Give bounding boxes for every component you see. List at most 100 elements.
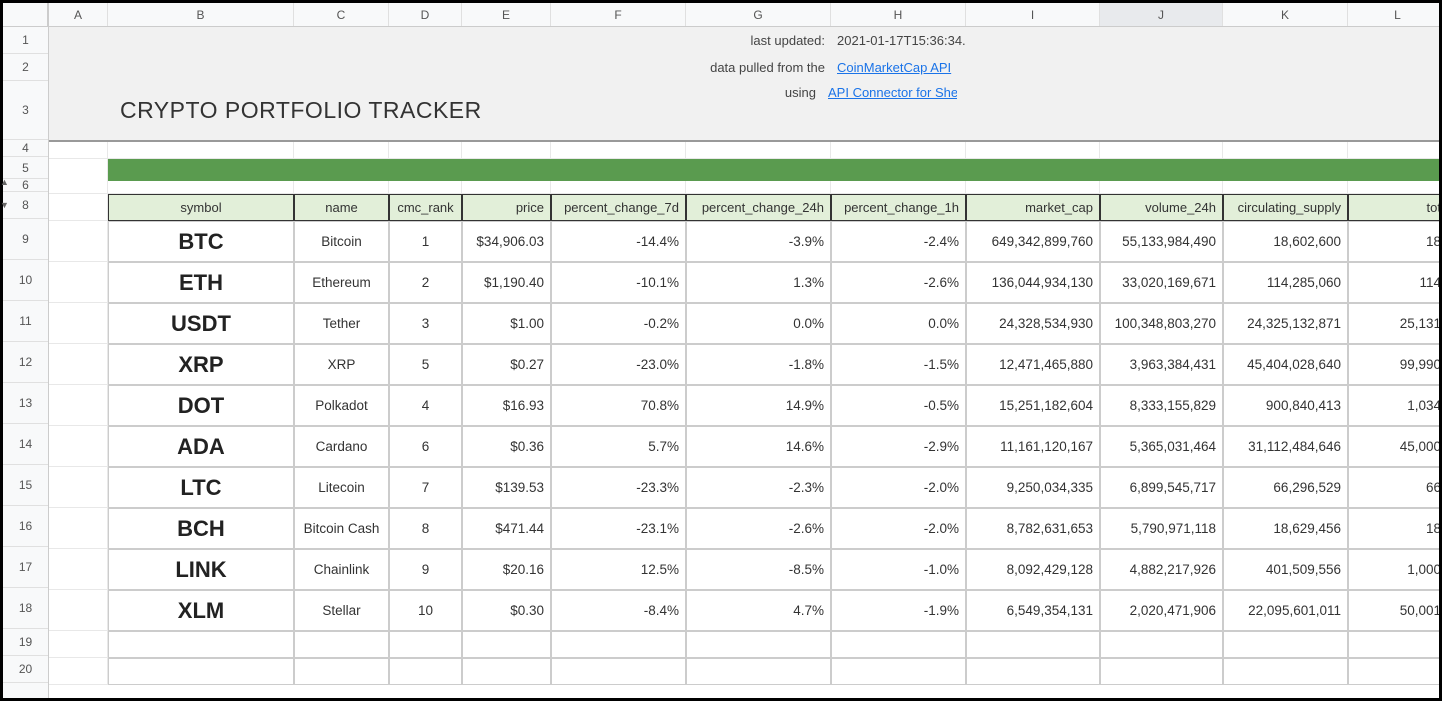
- th-mcap[interactable]: market_cap: [966, 194, 1100, 221]
- cell[interactable]: [1214, 81, 1339, 140]
- circ-cell[interactable]: 66,296,529: [1223, 467, 1348, 508]
- mcap-cell[interactable]: 12,471,465,880: [966, 344, 1100, 385]
- tot-cell[interactable]: 25,131: [1348, 303, 1439, 344]
- pct24h-cell[interactable]: -2.6%: [686, 508, 831, 549]
- pct24h-cell[interactable]: 14.9%: [686, 385, 831, 426]
- cell[interactable]: [49, 27, 108, 54]
- mcap-cell[interactable]: 136,044,934,130: [966, 262, 1100, 303]
- row-header-9[interactable]: 9: [3, 219, 48, 260]
- pct7d-cell[interactable]: -23.1%: [551, 508, 686, 549]
- price-cell[interactable]: $139.53: [462, 467, 551, 508]
- th-pct7d[interactable]: percent_change_7d: [551, 194, 686, 221]
- pct24h-cell[interactable]: 0.0%: [686, 303, 831, 344]
- mcap-cell[interactable]: 649,342,899,760: [966, 221, 1100, 262]
- pct1h-cell[interactable]: -0.5%: [831, 385, 966, 426]
- vol-cell[interactable]: 6,899,545,717: [1100, 467, 1223, 508]
- pct7d-cell[interactable]: -23.0%: [551, 344, 686, 385]
- row-header-4[interactable]: 4: [3, 140, 48, 157]
- vol-cell[interactable]: 100,348,803,270: [1100, 303, 1223, 344]
- cell[interactable]: [551, 54, 686, 81]
- tot-cell[interactable]: 18: [1348, 221, 1439, 262]
- pct1h-cell[interactable]: -2.9%: [831, 426, 966, 467]
- th-name[interactable]: name: [294, 194, 389, 221]
- vol-cell[interactable]: 55,133,984,490: [1100, 221, 1223, 262]
- row-header-8[interactable]: ▼8: [3, 192, 48, 219]
- cell[interactable]: [108, 27, 294, 54]
- rank-cell[interactable]: 4: [389, 385, 462, 426]
- col-header-I[interactable]: I: [966, 3, 1100, 26]
- rank-cell[interactable]: 9: [389, 549, 462, 590]
- circ-cell[interactable]: 401,509,556: [1223, 549, 1348, 590]
- pct1h-cell[interactable]: -1.0%: [831, 549, 966, 590]
- symbol-cell[interactable]: USDT: [108, 303, 294, 344]
- col-header-C[interactable]: C: [294, 3, 389, 26]
- pct7d-cell[interactable]: -14.4%: [551, 221, 686, 262]
- pct1h-cell[interactable]: -1.9%: [831, 590, 966, 631]
- tot-cell[interactable]: 50,001: [1348, 590, 1439, 631]
- th-circ[interactable]: circulating_supply: [1223, 194, 1348, 221]
- circ-cell[interactable]: 45,404,028,640: [1223, 344, 1348, 385]
- col-header-D[interactable]: D: [389, 3, 462, 26]
- info-using-label[interactable]: using: [677, 81, 822, 140]
- th-pct1h[interactable]: percent_change_1h: [831, 194, 966, 221]
- name-cell[interactable]: Stellar: [294, 590, 389, 631]
- circ-cell[interactable]: 900,840,413: [1223, 385, 1348, 426]
- symbol-cell[interactable]: LINK: [108, 549, 294, 590]
- info-data-pulled-label[interactable]: data pulled from the: [686, 54, 831, 81]
- rank-cell[interactable]: 3: [389, 303, 462, 344]
- name-cell[interactable]: Chainlink: [294, 549, 389, 590]
- cell[interactable]: [551, 27, 686, 54]
- symbol-cell[interactable]: XLM: [108, 590, 294, 631]
- col-header-A[interactable]: A: [49, 3, 108, 26]
- vol-cell[interactable]: 2,020,471,906: [1100, 590, 1223, 631]
- symbol-cell[interactable]: ETH: [108, 262, 294, 303]
- th-tot[interactable]: tot: [1348, 194, 1439, 221]
- vol-cell[interactable]: 4,882,217,926: [1100, 549, 1223, 590]
- col-header-B[interactable]: B: [108, 3, 294, 26]
- row-header-6[interactable]: ▲6: [3, 179, 48, 192]
- collapse-up-icon[interactable]: ▲: [0, 177, 9, 187]
- pct24h-cell[interactable]: 4.7%: [686, 590, 831, 631]
- col-header-F[interactable]: F: [551, 3, 686, 26]
- cell[interactable]: [1100, 27, 1223, 54]
- cell[interactable]: [108, 54, 294, 81]
- select-all-corner[interactable]: [3, 3, 48, 27]
- name-cell[interactable]: Bitcoin: [294, 221, 389, 262]
- pct7d-cell[interactable]: -10.1%: [551, 262, 686, 303]
- th-vol[interactable]: volume_24h: [1100, 194, 1223, 221]
- cell[interactable]: [462, 54, 551, 81]
- cell[interactable]: [1348, 54, 1439, 81]
- th-pct24h[interactable]: percent_change_24h: [686, 194, 831, 221]
- pct7d-cell[interactable]: 70.8%: [551, 385, 686, 426]
- cell[interactable]: [966, 54, 1100, 81]
- cell[interactable]: [1091, 81, 1214, 140]
- vol-cell[interactable]: 8,333,155,829: [1100, 385, 1223, 426]
- rank-cell[interactable]: 7: [389, 467, 462, 508]
- rank-cell[interactable]: 2: [389, 262, 462, 303]
- circ-cell[interactable]: 18,602,600: [1223, 221, 1348, 262]
- mcap-cell[interactable]: 6,549,354,131: [966, 590, 1100, 631]
- pct7d-cell[interactable]: 5.7%: [551, 426, 686, 467]
- pct1h-cell[interactable]: -2.4%: [831, 221, 966, 262]
- mcap-cell[interactable]: 15,251,182,604: [966, 385, 1100, 426]
- tot-cell[interactable]: 99,990: [1348, 344, 1439, 385]
- rank-cell[interactable]: 5: [389, 344, 462, 385]
- circ-cell[interactable]: 18,629,456: [1223, 508, 1348, 549]
- pct24h-cell[interactable]: -2.3%: [686, 467, 831, 508]
- pct24h-cell[interactable]: -8.5%: [686, 549, 831, 590]
- row-header-3[interactable]: 3: [3, 81, 48, 140]
- cell[interactable]: [294, 54, 389, 81]
- name-cell[interactable]: Litecoin: [294, 467, 389, 508]
- col-header-G[interactable]: G: [686, 3, 831, 26]
- mcap-cell[interactable]: 8,782,631,653: [966, 508, 1100, 549]
- price-cell[interactable]: $0.30: [462, 590, 551, 631]
- mcap-cell[interactable]: 24,328,534,930: [966, 303, 1100, 344]
- cell[interactable]: [966, 27, 1100, 54]
- pct1h-cell[interactable]: -1.5%: [831, 344, 966, 385]
- th-symbol[interactable]: symbol: [108, 194, 294, 221]
- symbol-cell[interactable]: DOT: [108, 385, 294, 426]
- pct7d-cell[interactable]: -8.4%: [551, 590, 686, 631]
- price-cell[interactable]: $471.44: [462, 508, 551, 549]
- cell[interactable]: [957, 81, 1091, 140]
- col-header-J[interactable]: J: [1100, 3, 1223, 26]
